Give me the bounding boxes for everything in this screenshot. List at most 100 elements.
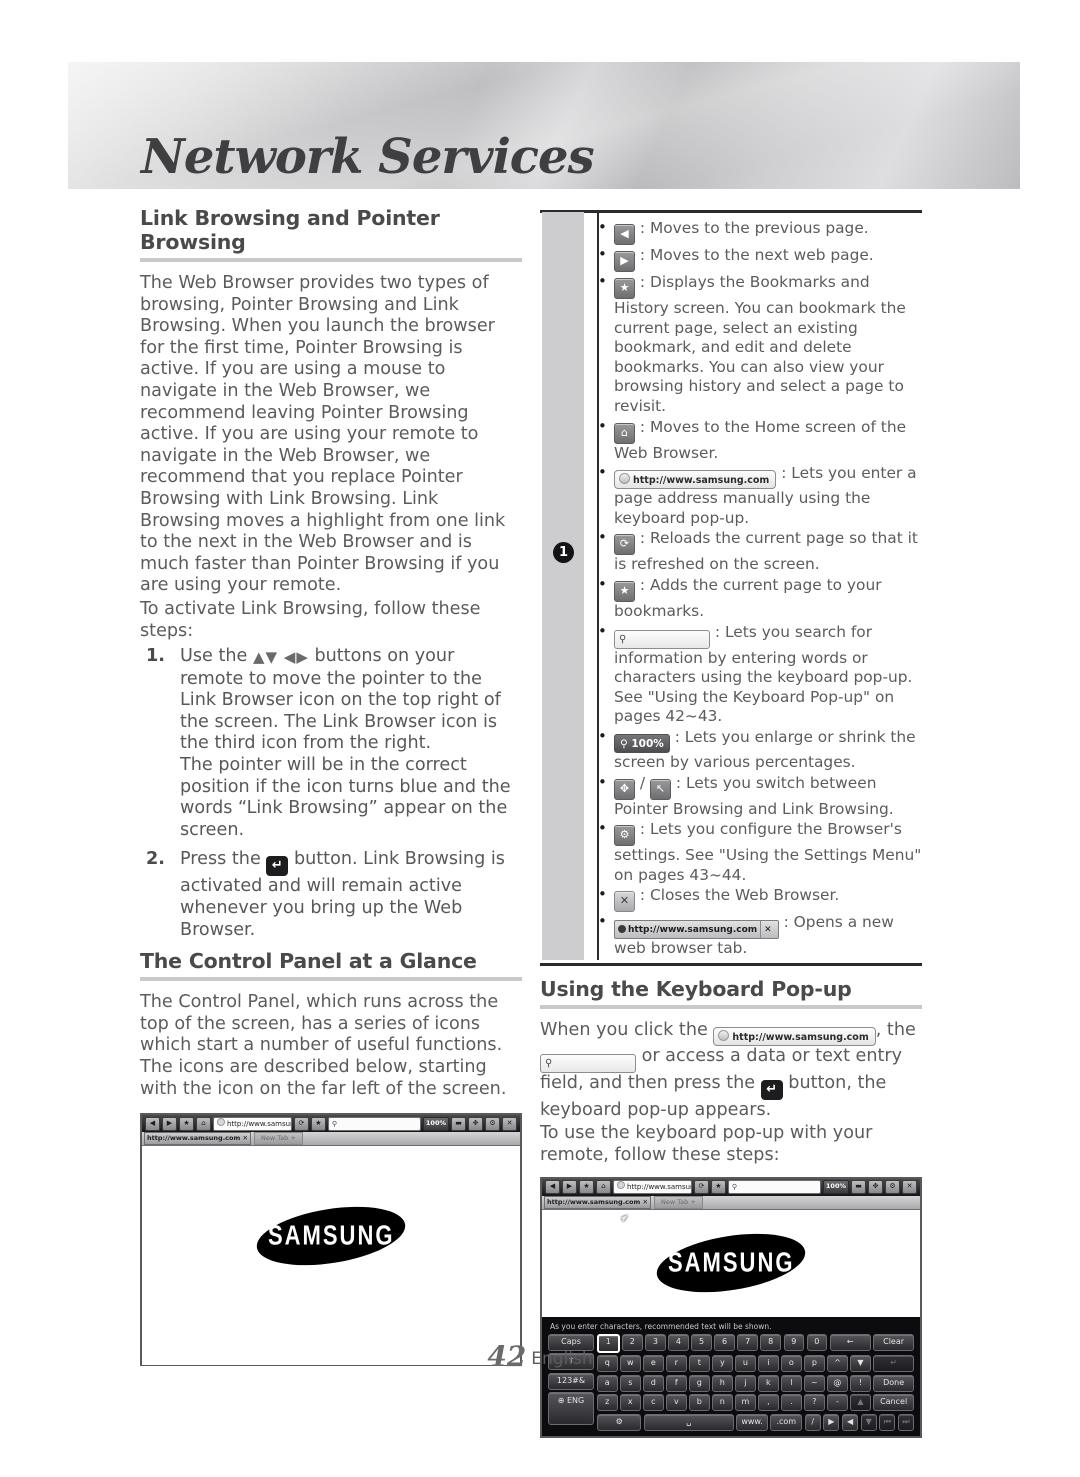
add-bookmark-icon[interactable]: ★ (310, 1116, 326, 1131)
key-exclaim[interactable]: ! (850, 1374, 871, 1392)
key-www[interactable]: www. (736, 1413, 768, 1431)
list-item: ★ : Displays the Bookmarks and History s… (598, 272, 922, 417)
tab-close-icon: ✕ (642, 1197, 648, 1206)
search-input[interactable]: ⚲ (327, 1116, 421, 1131)
page-number: 42 (487, 1340, 527, 1373)
key-b[interactable]: b (689, 1394, 710, 1412)
enter-button-icon: ↵ (760, 1079, 783, 1100)
close-browser-icon[interactable]: ✕ (502, 1116, 517, 1131)
key-a[interactable]: a (597, 1374, 618, 1392)
key-prev-track[interactable]: ⏮ (879, 1413, 896, 1431)
back-arrow-icon: ◀ (614, 224, 635, 245)
key-j[interactable]: j (735, 1374, 756, 1392)
list-item: ✥ / ↖ : Lets you switch between Pointer … (598, 773, 922, 820)
browser-toolbar: ◀ ▶ ★ ⌂ http://www.samsung.com ⟳ ★ ⚲ 100… (142, 1115, 520, 1133)
forward-arrow-icon: ▶ (614, 251, 635, 272)
home-icon[interactable]: ⌂ (596, 1180, 611, 1195)
paragraph-link-browsing: The Web Browser provides two types of br… (140, 273, 506, 596)
search-field-icon: ⚲ (614, 629, 710, 649)
key-h[interactable]: h (712, 1374, 733, 1392)
key-v[interactable]: v (666, 1394, 687, 1412)
bookmarks-history-icon: ★ (614, 278, 635, 299)
url-input[interactable]: http://www.samsung.com (613, 1180, 692, 1195)
key-symbols[interactable]: 123#& (548, 1372, 594, 1390)
home-icon[interactable]: ⌂ (196, 1116, 211, 1131)
back-arrow-icon[interactable]: ◀ (545, 1180, 560, 1195)
reload-icon[interactable]: ⟳ (693, 1180, 709, 1195)
key-x[interactable]: x (620, 1394, 641, 1412)
url-favicon (617, 1181, 625, 1190)
key-hyphen[interactable]: - (827, 1394, 848, 1412)
key-f[interactable]: f (666, 1374, 687, 1392)
key-next-track[interactable]: ⏭ (897, 1413, 915, 1431)
key-question[interactable]: ? (804, 1394, 825, 1412)
bookmarks-history-icon[interactable]: ★ (179, 1116, 194, 1131)
settings-gear-icon[interactable]: ⚙ (885, 1180, 900, 1195)
zoom-level-badge[interactable]: 100% (422, 1116, 449, 1131)
forward-arrow-icon[interactable]: ▶ (562, 1180, 577, 1195)
browser-tab-active[interactable]: http://www.samsung.com ✕ (544, 1195, 651, 1209)
key-up[interactable]: ▲ (850, 1394, 871, 1412)
paragraph-activate-intro: To activate Link Browsing, follow these … (140, 598, 481, 641)
page-language: English (531, 1349, 593, 1369)
browser-tab-active[interactable]: http://www.samsung.com ✕ (144, 1132, 251, 1146)
section-title-control-panel: The Control Panel at a Glance (140, 949, 477, 974)
settings-gear-icon[interactable]: ⚙ (485, 1116, 500, 1131)
key-right[interactable]: ▶ (823, 1413, 840, 1431)
forward-arrow-icon[interactable]: ▶ (162, 1116, 177, 1131)
key-n[interactable]: n (712, 1394, 733, 1412)
keyboard-screenshot: ◀ ▶ ★ ⌂ http://www.samsung.com ⟳ ★ ⚲ 100… (540, 1176, 922, 1438)
search-input[interactable]: ⚲ (727, 1180, 821, 1195)
key-cancel[interactable]: Cancel (873, 1394, 915, 1412)
key-m[interactable]: m (735, 1394, 756, 1412)
direction-pad-icon: ▲▼ ◀▶ (252, 648, 309, 667)
zoom-level-badge[interactable]: 100% (822, 1180, 849, 1195)
key-language[interactable]: ⊕ ENG (548, 1392, 594, 1426)
list-item: ⚙ : Lets you configure the Browser's set… (598, 819, 922, 885)
panel-bottom-rule (540, 962, 922, 966)
url-favicon (217, 1117, 225, 1126)
list-item: ⚲ 100% : Lets you enlarge or shrink the … (598, 727, 922, 773)
key-settings[interactable]: ⚙ (597, 1413, 642, 1431)
reload-icon[interactable]: ⟳ (293, 1116, 309, 1131)
reload-icon: ⟳ (614, 534, 635, 556)
key-left[interactable]: ◀ (841, 1413, 859, 1431)
key-down-nav[interactable]: ▼ (860, 1413, 877, 1431)
pointer-browsing-icon[interactable]: ✥ (868, 1180, 883, 1195)
browser-tab-new[interactable]: New Tab + (254, 1132, 303, 1146)
browser-tab-bar: http://www.samsung.com ✕ New Tab + (542, 1195, 920, 1210)
key-z[interactable]: z (597, 1394, 618, 1412)
minimize-icon[interactable]: ▬ (851, 1180, 866, 1195)
key-d[interactable]: d (643, 1374, 664, 1392)
browser-tab-new[interactable]: New Tab + (654, 1195, 703, 1209)
key-tilde[interactable]: ~ (804, 1374, 825, 1392)
pointer-browsing-icon[interactable]: ✥ (468, 1116, 483, 1131)
key-space[interactable]: ␣ (643, 1413, 734, 1431)
key-done[interactable]: Done (873, 1374, 915, 1392)
step-text-a: Use the (180, 646, 248, 667)
key-period[interactable]: . (781, 1394, 802, 1412)
bookmarks-history-icon[interactable]: ★ (579, 1180, 594, 1195)
paragraph-keyboard-steps-intro: To use the keyboard pop-up with your rem… (540, 1123, 873, 1166)
list-item: ⚲ : Lets you search for information by e… (598, 622, 922, 727)
minimize-icon[interactable]: ▬ (451, 1116, 466, 1131)
back-arrow-icon[interactable]: ◀ (145, 1116, 160, 1131)
key-l[interactable]: l (781, 1374, 802, 1392)
page-footer: 42 English (0, 1340, 1080, 1373)
list-item: ⌂ : Moves to the Home screen of the Web … (598, 417, 922, 464)
key-comma[interactable]: , (758, 1394, 779, 1412)
add-bookmark-icon[interactable]: ★ (710, 1180, 726, 1195)
key-at[interactable]: @ (827, 1374, 848, 1392)
close-browser-icon[interactable]: ✕ (902, 1180, 917, 1195)
url-input[interactable]: http://www.samsung.com (213, 1116, 292, 1131)
samsung-logo: SAMSUNG (652, 1224, 810, 1302)
key-g[interactable]: g (689, 1374, 710, 1392)
key-dotcom[interactable]: .com (770, 1413, 803, 1431)
key-s[interactable]: s (620, 1374, 641, 1392)
section-title-link-browsing: Link Browsing and Pointer Browsing (140, 206, 440, 254)
key-c[interactable]: c (643, 1394, 664, 1412)
settings-gear-icon: ⚙ (614, 825, 635, 847)
key-slash[interactable]: / (804, 1413, 821, 1431)
control-panel-icon-list: 1 ◀ : Moves to the previous page. ▶ : Mo… (540, 206, 922, 966)
key-k[interactable]: k (758, 1374, 779, 1392)
